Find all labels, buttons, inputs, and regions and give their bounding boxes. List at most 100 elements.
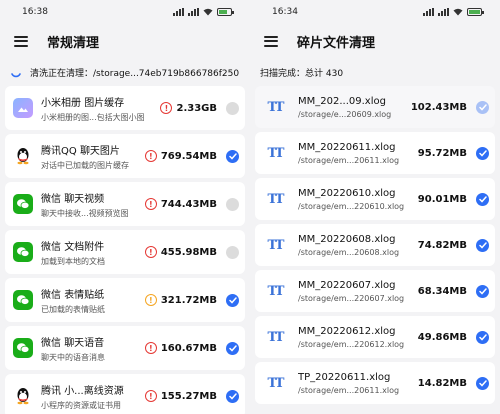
signal-icon-2 [438, 8, 449, 16]
clean-item-text: 微信 聊天视频聊天中接收...视频预览图 [41, 190, 141, 219]
check-circle-icon[interactable] [226, 293, 239, 307]
fragment-file-card[interactable]: TT TP_20220611.xlog/storage/em...20611.xl… [255, 362, 495, 404]
clean-item-size: 769.54MB [160, 150, 217, 162]
warning-icon: ! [160, 102, 173, 114]
clean-item-title: 微信 表情贴纸 [41, 286, 141, 301]
clean-item-title: 腾讯QQ 聊天图片 [41, 142, 141, 157]
cache-category: 聊天语音 [64, 337, 105, 349]
warning-icon: ! [144, 150, 157, 162]
file-path: /storage/em...20611.xlog [298, 385, 400, 395]
clean-item-card[interactable]: 腾讯QQ 聊天图片对话中已加载的图片缓存! 769.54MB [5, 134, 245, 178]
clean-item-description: 聊天中的语音消息 [41, 352, 105, 362]
menu-icon[interactable] [14, 35, 28, 47]
clean-item-text: 腾讯 小...离线资源小程序的资源或证书用 [41, 382, 141, 411]
check-circle-icon[interactable] [476, 284, 489, 298]
unchecked-circle-icon[interactable] [226, 197, 239, 211]
app-name: 微信 [41, 337, 61, 349]
file-size: 14.82MB [417, 377, 467, 389]
clean-item-description: 小程序的资源或证书用 [41, 400, 121, 410]
status-icons [423, 8, 484, 16]
status-bar: 16:38 [0, 0, 250, 24]
file-name: MM_202...09.xlog [298, 95, 386, 107]
clean-item-size: 155.27MB [160, 390, 217, 402]
status-bar: 16:34 [250, 0, 500, 24]
clean-item-card[interactable]: 微信 聊天视频 聊天中接收...视频预览图! 744.43MB [5, 182, 245, 226]
clean-item-card[interactable]: 腾讯 小...离线资源 小程序的资源或证书用! 155.27MB [5, 374, 245, 414]
log-file-icon: TT [267, 375, 285, 391]
fragment-clean-screen: 16:34 碎片文件清理 扫描完成：总计 430 TT MM_202...09.x… [250, 0, 500, 414]
clean-item-text: 微信 表情贴纸已加载的表情贴纸 [41, 286, 141, 315]
check-circle-icon[interactable] [476, 330, 489, 344]
check-circle-icon[interactable] [226, 389, 239, 403]
fragment-file-card[interactable]: TT MM_20220612.xlog/storage/em...220612.x… [255, 316, 495, 358]
log-file-icon: TT [267, 145, 285, 161]
fragment-file-card[interactable]: TT MM_20220607.xlog/storage/em...220607.x… [255, 270, 495, 312]
warning-icon: ! [144, 342, 157, 354]
cache-category: 表情贴纸 [64, 289, 105, 301]
clean-item-description: 聊天中接收...视频预览图 [41, 208, 129, 218]
general-clean-screen: 16:38 常规清理 清洗正在清理：/storage...74eb719b866… [0, 0, 250, 414]
clean-item-description: 加载到本地的文档 [41, 256, 105, 266]
check-circle-icon[interactable] [476, 100, 489, 114]
fragment-file-card[interactable]: TT MM_20220608.xlog/storage/em...20608.xl… [255, 224, 495, 266]
signal-icon-2 [188, 8, 199, 16]
clean-item-description: 小米相册的图...包括大图小图 [41, 112, 145, 122]
status-time: 16:38 [22, 7, 48, 17]
unchecked-circle-icon[interactable] [226, 101, 239, 115]
wifi-icon [203, 8, 213, 16]
check-circle-icon[interactable] [476, 192, 489, 206]
file-name: TP_20220611.xlog [298, 371, 391, 383]
clean-item-card[interactable]: 微信 文档附件 加载到本地的文档! 455.98MB [5, 230, 245, 274]
app-name: 腾讯 [41, 385, 61, 397]
file-path: /storage/e...20609.xlog [298, 109, 392, 119]
cache-category: 文档附件 [64, 241, 105, 253]
check-circle-icon[interactable] [226, 149, 239, 163]
battery-icon [217, 8, 234, 16]
clean-item-card[interactable]: 微信 聊天语音 聊天中的语音消息! 160.67MB [5, 326, 245, 370]
wifi-icon [453, 8, 463, 16]
warning-icon: ! [144, 294, 157, 306]
check-circle-icon[interactable] [226, 341, 239, 355]
menu-icon[interactable] [264, 35, 278, 47]
scan-status-text: 扫描完成：总计 430 [260, 68, 344, 79]
clean-item-card[interactable]: 微信 表情贴纸已加载的表情贴纸! 321.72MB [5, 278, 245, 322]
clean-item-size: 455.98MB [160, 246, 217, 258]
fragment-file-text: MM_20220610.xlog/storage/em...220610.xlo… [298, 188, 414, 211]
clean-item-size: 321.72MB [160, 294, 217, 306]
clean-item-text: 腾讯QQ 聊天图片对话中已加载的图片缓存 [41, 142, 141, 171]
file-size: 90.01MB [417, 193, 467, 205]
app-name: 微信 [41, 193, 61, 205]
file-path: /storage/em...20608.xlog [298, 247, 400, 257]
wechat-icon [13, 194, 33, 214]
check-circle-icon[interactable] [476, 376, 489, 390]
file-size: 68.34MB [417, 285, 467, 297]
clean-item-title: 腾讯 小...离线资源 [41, 382, 141, 397]
clean-item-title: 微信 聊天视频 [41, 190, 141, 205]
cache-category: 聊天图片 [79, 145, 120, 157]
app-name: 微信 [41, 289, 61, 301]
fragment-file-text: MM_20220612.xlog/storage/em...220612.xlo… [298, 326, 414, 349]
check-circle-icon[interactable] [476, 238, 489, 252]
clean-item-title: 小米相册 图片缓存 [41, 94, 156, 109]
page-title: 常规清理 [47, 35, 100, 51]
wechat-icon [13, 242, 33, 262]
fragment-file-text: TP_20220611.xlog/storage/em...20611.xlog [298, 372, 414, 395]
signal-icon [423, 8, 434, 16]
unchecked-circle-icon[interactable] [226, 245, 239, 259]
file-size: 49.86MB [417, 331, 467, 343]
log-file-icon: TT [267, 283, 285, 299]
fragment-file-card[interactable]: TT MM_20220611.xlog/storage/em...20611.xl… [255, 132, 495, 174]
file-name: MM_20220608.xlog [298, 233, 396, 245]
file-name: MM_20220610.xlog [298, 187, 396, 199]
fragment-file-card[interactable]: TT MM_202...09.xlog/storage/e...20609.xlo… [255, 86, 495, 128]
app-name: 小米相册 [41, 97, 81, 109]
check-circle-icon[interactable] [476, 146, 489, 160]
warning-icon: ! [144, 246, 157, 258]
fragment-file-card[interactable]: TT MM_20220610.xlog/storage/em...220610.x… [255, 178, 495, 220]
clean-item-description: 已加载的表情贴纸 [41, 304, 105, 314]
clean-item-description: 对话中已加载的图片缓存 [41, 160, 129, 170]
clean-item-card[interactable]: 小米相册 图片缓存 小米相册的图...包括大图小图! 2.33GB [5, 86, 245, 130]
file-size: 95.72MB [417, 147, 467, 159]
cache-category: 聊天视频 [64, 193, 105, 205]
loading-spinner-icon [11, 73, 21, 78]
